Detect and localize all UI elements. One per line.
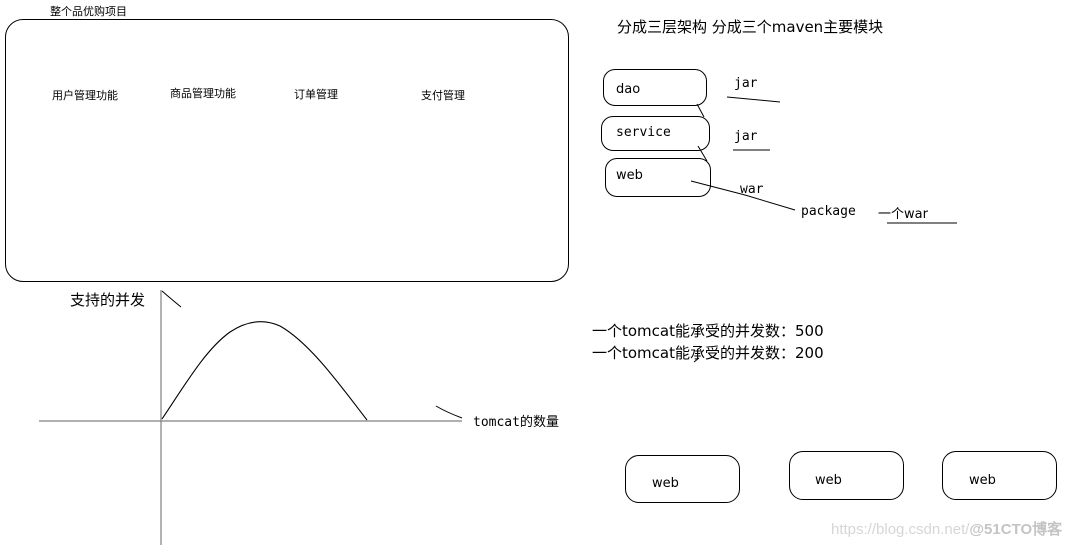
y-axis-arrow-stroke (161, 290, 182, 308)
service-web-connector (697, 145, 708, 162)
dao-jar-underline (726, 96, 781, 103)
diagram-lines (39, 96, 957, 545)
concurrency-curve (161, 321, 368, 421)
stray-stroke (693, 357, 700, 363)
dao-service-connector (696, 103, 705, 118)
x-axis-arrow-stroke (435, 405, 463, 419)
web-to-package-line (690, 180, 796, 211)
